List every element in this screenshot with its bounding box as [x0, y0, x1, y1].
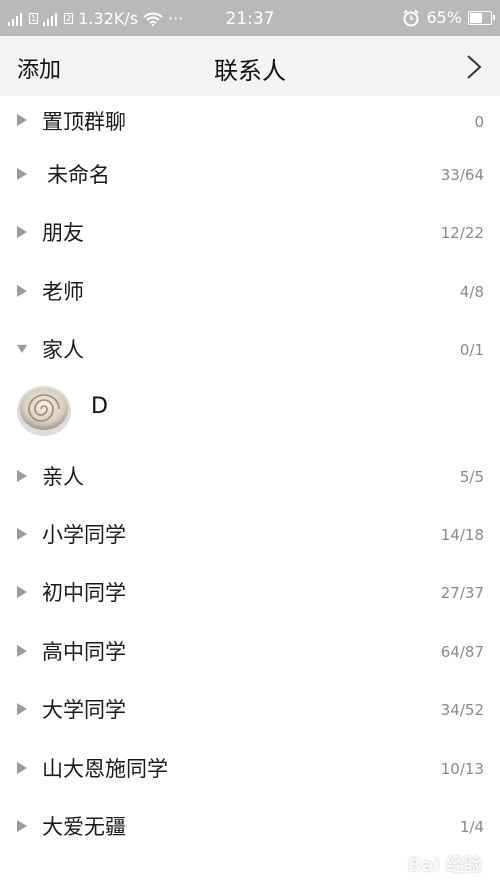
group-name: 家人 [42, 338, 84, 363]
group-name: 初中同学 [42, 581, 126, 606]
group-row-enshi[interactable]: 山大恩施同学 10/13 [0, 740, 500, 798]
expand-arrow-icon [17, 114, 27, 126]
contact-row[interactable]: D [0, 380, 500, 448]
group-count: 5/5 [459, 467, 484, 486]
group-count: 10/13 [440, 759, 484, 778]
group-row-junior-high[interactable]: 初中同学 27/37 [0, 564, 500, 622]
top-bar: 添加 联系人 [0, 36, 500, 96]
collapse-arrow-icon [17, 345, 27, 354]
group-name: 朋友 [42, 221, 84, 246]
contact-group-list: 置顶群聊 0 未命名 33/64 朋友 12/22 老师 4/8 家人 0/1 [0, 96, 500, 856]
group-name: 大爱无疆 [42, 814, 126, 839]
page-title: 联系人 [214, 57, 286, 85]
group-name: 未命名 [47, 163, 110, 187]
group-row-family[interactable]: 家人 0/1 [0, 321, 500, 379]
expand-arrow-icon [17, 527, 27, 540]
group-name: 高中同学 [42, 639, 126, 664]
group-row-primary-school[interactable]: 小学同学 14/18 [0, 506, 500, 564]
expand-arrow-icon [17, 469, 27, 482]
group-count: 34/52 [440, 701, 484, 720]
group-row-relatives[interactable]: 亲人 5/5 [0, 448, 500, 506]
expand-arrow-icon [17, 226, 27, 239]
baidu-watermark: Bai 经验 [407, 855, 482, 876]
group-name: 置顶群聊 [42, 110, 126, 134]
group-count: 33/64 [440, 166, 484, 184]
group-count: 27/37 [440, 584, 484, 603]
group-count: 14/18 [440, 525, 484, 544]
expand-arrow-icon [17, 168, 27, 180]
expand-arrow-icon [17, 819, 27, 832]
battery-icon [468, 10, 495, 25]
chevron-right-icon[interactable] [462, 54, 486, 80]
group-row-university[interactable]: 大学同学 34/52 [0, 681, 500, 739]
group-count: 0 [474, 113, 484, 131]
group-count: 64/87 [440, 642, 484, 661]
battery-percent: 65% [426, 8, 462, 27]
contact-name: D [91, 393, 108, 419]
group-count: 0/1 [459, 341, 484, 360]
group-name: 山大恩施同学 [42, 756, 168, 781]
group-count: 12/22 [440, 224, 484, 243]
group-count: 4/8 [459, 282, 484, 301]
expand-arrow-icon [17, 644, 27, 657]
group-row-teachers[interactable]: 老师 4/8 [0, 263, 500, 321]
group-row-pinned[interactable]: 置顶群聊 0 [0, 96, 500, 146]
group-name: 大学同学 [42, 698, 126, 723]
status-bar: 1 2 1.32K/s ··· 21:37 65% [0, 0, 500, 36]
group-count: 1/4 [459, 817, 484, 836]
expand-arrow-icon [17, 703, 27, 716]
group-row-great-love[interactable]: 大爱无疆 1/4 [0, 798, 500, 856]
expand-arrow-icon [17, 761, 27, 774]
group-row-high-school[interactable]: 高中同学 64/87 [0, 623, 500, 681]
status-right: 65% [402, 8, 495, 27]
group-name: 亲人 [42, 464, 84, 489]
group-row-friends[interactable]: 朋友 12/22 [0, 204, 500, 262]
avatar [17, 385, 71, 436]
alarm-icon [403, 9, 420, 26]
expand-arrow-icon [17, 284, 27, 297]
group-row-unnamed[interactable]: 未命名 33/64 [0, 146, 500, 204]
group-name: 小学同学 [42, 522, 126, 547]
expand-arrow-icon [17, 586, 27, 599]
group-name: 老师 [42, 279, 84, 304]
